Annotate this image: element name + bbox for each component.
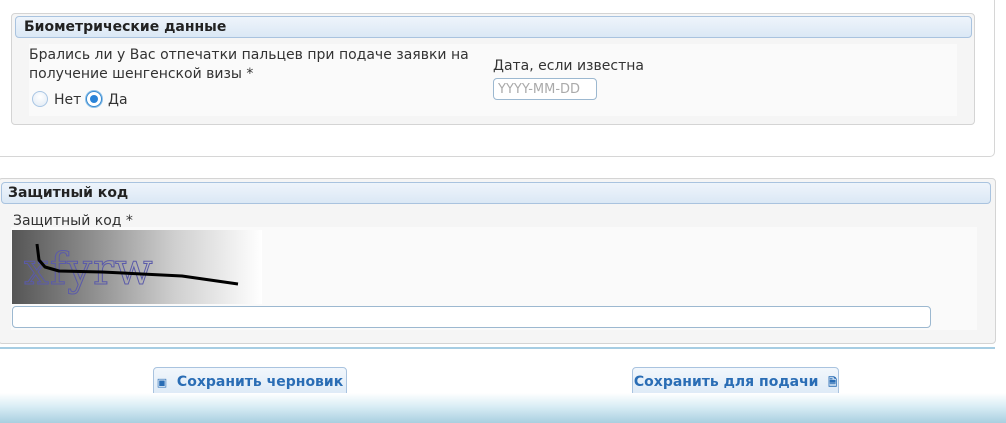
captcha-noise-line (35, 243, 239, 286)
biometrics-header: Биометрические данные (15, 16, 972, 38)
fingerprint-date-input[interactable] (493, 78, 597, 100)
fingerprint-question: Брались ли у Вас отпечатки пальцев при п… (29, 47, 469, 82)
radio-yes-label: Да (108, 92, 128, 108)
biometrics-fieldset: Биометрические данные Брались ли у Вас о… (11, 13, 975, 125)
radio-no[interactable] (32, 91, 48, 107)
radio-yes[interactable] (86, 91, 102, 107)
divider (0, 347, 995, 349)
security-code-label: Защитный код * (13, 213, 133, 229)
application-form-panel: Биометрические данные Брались ли у Вас о… (0, 0, 995, 157)
captcha-image: xfyrw (12, 230, 262, 304)
footer-band (0, 393, 1006, 423)
security-code-header: Защитный код (1, 182, 991, 204)
biometrics-content: Брались ли у Вас отпечатки пальцев при п… (29, 44, 957, 116)
save-draft-label: Сохранить черновик (176, 374, 344, 390)
date-label: Дата, если известна (493, 58, 644, 74)
captcha-input[interactable] (12, 306, 931, 328)
radio-no-label: Нет (54, 92, 82, 108)
save-submit-label: Сохранить для подачи (633, 374, 819, 390)
